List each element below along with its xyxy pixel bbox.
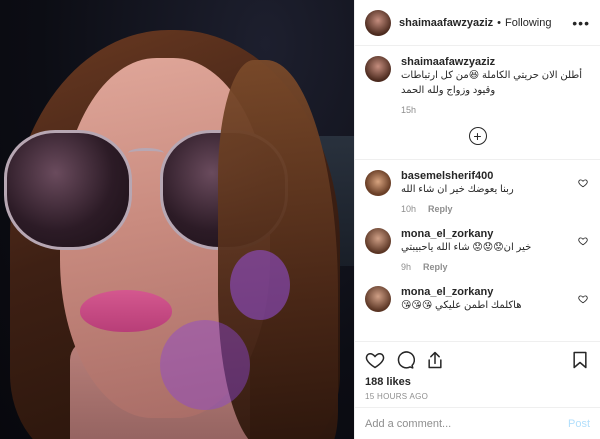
post-caption: shaimaafawzyaziz أطلن الان حريتي الكاملة… [365,56,590,115]
heart-icon[interactable] [365,350,385,370]
reply-button[interactable]: Reply [428,204,453,214]
comment: mona_el_zorkany هاكلمك اطمن عليكي 😘😘😘 [365,286,590,313]
post-actions: 188 likes 15 HOURS AGO [355,341,600,407]
comments-section[interactable]: shaimaafawzyaziz أطلن الان حريتي الكاملة… [355,46,600,341]
author-username[interactable]: shaimaafawzyaziz [399,17,493,29]
caption-username[interactable]: shaimaafawzyaziz [401,56,590,68]
comment-text: هاكلمك اطمن عليكي 😘😘😘 [401,300,522,311]
caption-time: 15h [401,105,417,115]
add-comment-bar: Post [355,407,600,439]
comment-time: 10h [401,204,417,214]
instagram-post: shaimaafawzyaziz • Following ••• shaimaa… [0,0,600,439]
comment: mona_el_zorkany خير ان😟😟😟 شاء الله ياحبي… [365,228,590,272]
comment-text: خير ان😟😟😟 شاء الله ياحبيبتي [401,242,532,253]
action-icons [365,350,590,370]
divider [355,159,600,160]
comment-input[interactable] [365,417,568,430]
comment-icon[interactable] [395,350,415,370]
commenter-username[interactable]: mona_el_zorkany [401,228,590,240]
comment-like-heart-icon[interactable] [578,294,588,304]
comment-text: ربنا يعوضك خير ان شاء الله [401,184,514,195]
post-header: shaimaafawzyaziz • Following ••• [355,0,600,46]
bokeh-light [230,250,290,320]
comment-like-heart-icon[interactable] [578,178,588,188]
caption-text: أطلن الان حريتي الكاملة 😆من كل ارتباطات … [401,70,583,96]
commenter-username[interactable]: basemelsherif400 [401,170,590,182]
commenter-avatar[interactable] [365,228,391,254]
post-photo[interactable] [0,0,354,439]
post-sidebar: shaimaafawzyaziz • Following ••• shaimaa… [354,0,600,439]
commenter-username[interactable]: mona_el_zorkany [401,286,590,298]
commenter-avatar[interactable] [365,170,391,196]
author-avatar[interactable] [365,9,391,36]
load-more: + [365,127,590,145]
bokeh-light [160,320,250,410]
header-separator: • [497,16,502,29]
share-icon[interactable] [425,350,445,370]
follow-status[interactable]: Following [505,17,551,29]
comment-time: 9h [401,262,412,272]
photo-lips [80,290,172,332]
sunglasses-left-lens [4,130,132,250]
plus-circle-icon[interactable]: + [468,127,487,145]
bookmark-icon[interactable] [570,350,590,370]
likes-count[interactable]: 188 likes [365,376,590,388]
post-comment-button[interactable]: Post [568,418,590,430]
comment-like-heart-icon[interactable] [578,236,588,246]
caption-avatar[interactable] [365,56,391,82]
commenter-avatar[interactable] [365,286,391,312]
reply-button[interactable]: Reply [423,262,448,272]
post-timestamp: 15 HOURS AGO [365,392,429,401]
sunglasses-bridge [128,148,164,158]
more-icon[interactable]: ••• [572,15,590,31]
comment: basemelsherif400 ربنا يعوضك خير ان شاء ا… [365,170,590,214]
